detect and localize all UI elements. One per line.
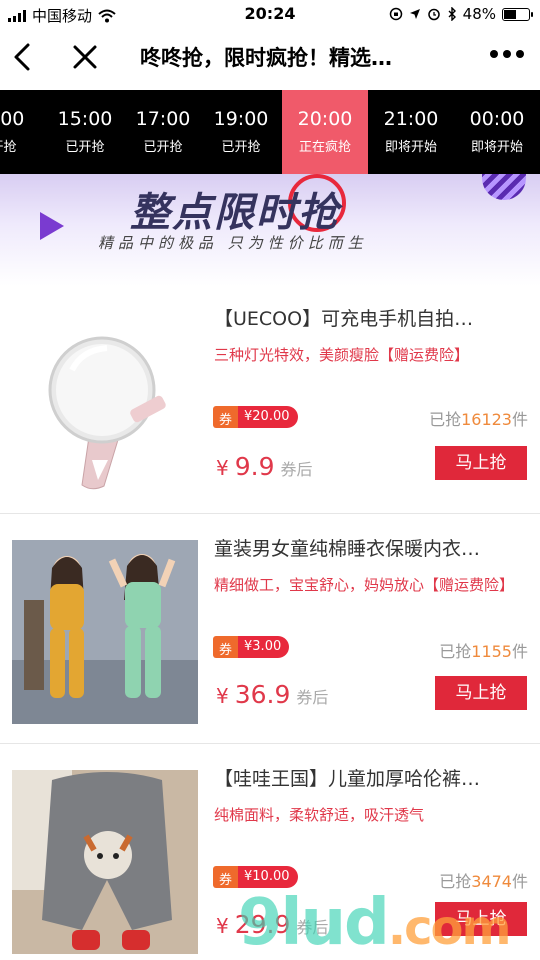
product-card[interactable]: 【UECOO】可充电手机自拍… 三种灯光特效，美颜瘦脸【赠运费险】券 ¥20.00 已…	[0, 286, 540, 514]
tab-status: 已开抢	[65, 140, 105, 155]
tab-time: 21:00	[383, 108, 439, 130]
tab-time-slot[interactable]: 21:00 即将开始	[368, 90, 454, 174]
buy-now-button[interactable]: 马上抢	[435, 446, 527, 480]
tab-time-slot[interactable]: 00:00 即将开始	[454, 90, 540, 174]
battery-icon	[502, 7, 533, 21]
product-name[interactable]: 童装男女童纯棉睡衣保暖内衣…	[214, 534, 530, 561]
battery-percent: 48%	[462, 5, 496, 23]
coupon-label: 券	[213, 406, 239, 428]
bluetooth-icon	[448, 7, 456, 21]
coupon-value: ¥20.00	[238, 406, 298, 428]
tab-time: 20:00	[297, 108, 353, 130]
time-slot-tabs: 13:00 已开抢 15:00 已开抢 17:00 已开抢 19:00 已开抢 20:00 正在疯…	[0, 90, 540, 174]
sold-count: 已抢16123件	[429, 410, 528, 429]
tab-time-slot[interactable]: 20:00 正在疯抢	[282, 90, 368, 174]
status-bar: 中国移动 20:24 48%	[0, 0, 540, 28]
kids-harem-pants-photo[interactable]	[12, 770, 198, 954]
tab-time: 15:00	[57, 108, 113, 130]
coupon-value: ¥10.00	[238, 866, 298, 888]
tab-time-slot[interactable]: 17:00 已开抢	[120, 90, 206, 174]
product-price: ¥9.9 券后	[216, 452, 313, 481]
nav-bar: 咚咚抢，限时疯抢！精选…	[0, 28, 540, 90]
tab-time: 00:00	[469, 108, 525, 130]
location-icon	[409, 9, 420, 19]
selfie-ring-light-icon[interactable]	[12, 310, 198, 494]
coupon-label: 券	[213, 636, 239, 658]
kids-pajamas-photo[interactable]	[12, 540, 198, 724]
tab-status: 即将开始	[470, 140, 523, 155]
tab-status: 已开抢	[221, 140, 261, 155]
product-description: 精细做工，宝宝舒心，妈妈放心【赠运费险】	[214, 576, 515, 594]
striped-ball-decoration	[482, 174, 526, 200]
orientation-lock-icon	[389, 7, 402, 21]
watermark: 9lud.com	[238, 886, 512, 960]
buy-now-button[interactable]: 马上抢	[435, 676, 527, 710]
product-price: ¥36.9 券后	[216, 680, 329, 709]
tab-time: 17:00	[135, 108, 191, 130]
tab-time-slot[interactable]: 19:00 已开抢	[198, 90, 284, 174]
tab-time-slot[interactable]: 13:00 已开抢	[0, 90, 40, 174]
product-name[interactable]: 【哇哇王国】儿童加厚哈伦裤…	[214, 764, 530, 791]
sold-count: 已抢1155件	[439, 642, 528, 661]
more-options-icon[interactable]	[490, 50, 524, 58]
page-title: 咚咚抢，限时疯抢！精选…	[140, 46, 392, 70]
product-description: 纯棉面料，柔软舒适，吸汗透气	[214, 806, 425, 824]
alarm-icon	[427, 8, 440, 21]
coupon-badge: 券 ¥3.00	[213, 636, 290, 658]
product-card[interactable]: 童装男女童纯棉睡衣保暖内衣… 精细做工，宝宝舒心，妈妈放心【赠运费险】券 ¥3.00…	[0, 516, 540, 744]
tab-time: 19:00	[213, 108, 269, 130]
coupon-badge: 券 ¥20.00	[213, 406, 298, 428]
tab-status: 已开抢	[143, 140, 183, 155]
close-icon[interactable]	[70, 42, 100, 72]
banner-subline: 精品中的极品 只为性价比而生	[98, 234, 368, 252]
product-description: 三种灯光特效，美颜瘦脸【赠运费险】	[214, 346, 470, 364]
tab-time-slot[interactable]: 15:00 已开抢	[42, 90, 128, 174]
coupon-label: 券	[213, 866, 239, 888]
tab-status: 正在疯抢	[298, 140, 351, 155]
coupon-badge: 券 ¥10.00	[213, 866, 298, 888]
tab-time: 13:00	[0, 108, 25, 130]
tab-status: 即将开始	[384, 140, 437, 155]
tab-status: 已开抢	[0, 140, 17, 155]
banner-headline: 整点限时抢	[130, 190, 340, 236]
product-name[interactable]: 【UECOO】可充电手机自拍…	[214, 304, 530, 331]
back-arrow-icon[interactable]	[10, 42, 36, 72]
coupon-value: ¥3.00	[238, 636, 290, 658]
promo-banner: 整点限时抢 精品中的极品 只为性价比而生	[0, 174, 540, 286]
triangle-decoration	[40, 212, 64, 240]
